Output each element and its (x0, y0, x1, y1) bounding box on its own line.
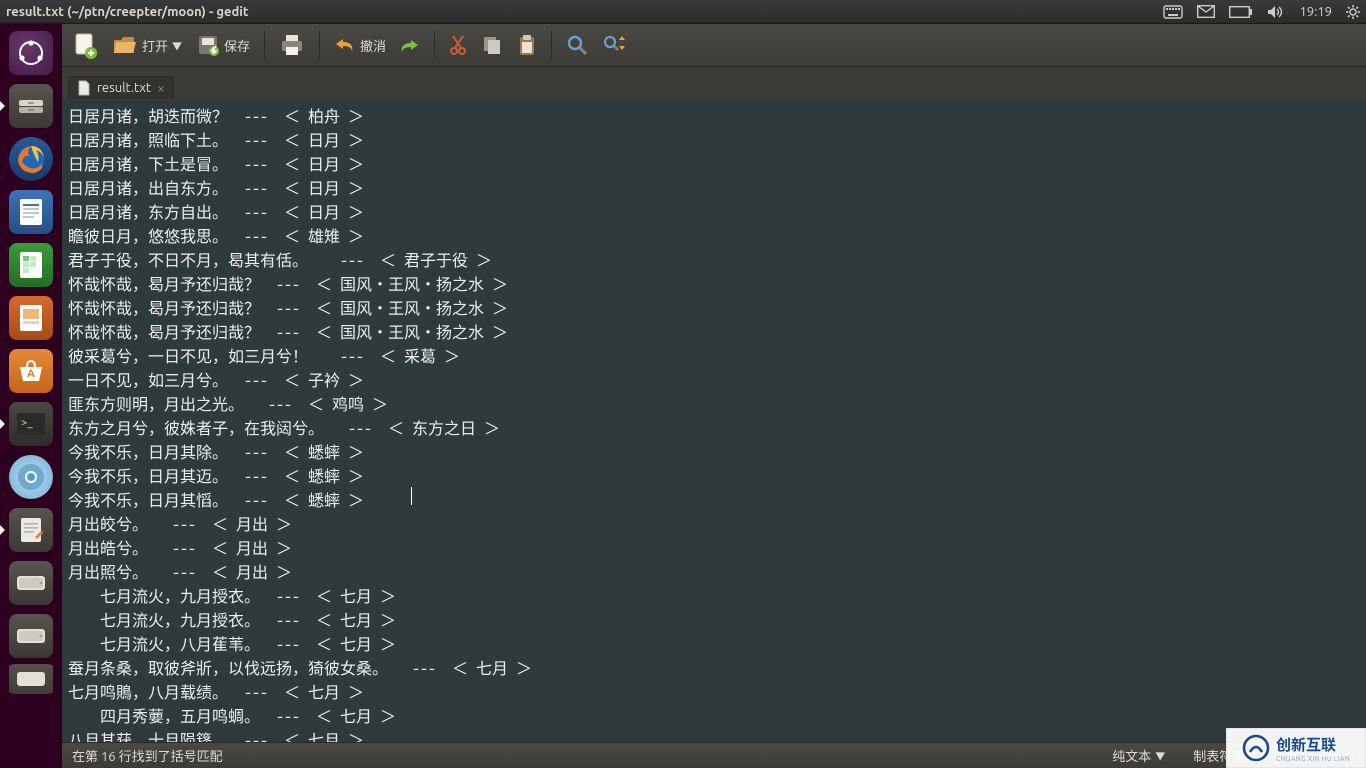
terminal-icon[interactable]: >_ (5, 399, 57, 449)
system-menubar: result.txt (~/ptn/creepter/moon) - gedit… (0, 0, 1366, 24)
mail-indicator[interactable] (1197, 5, 1215, 18)
keyboard-indicator[interactable] (1163, 5, 1183, 19)
files-icon[interactable] (5, 81, 57, 131)
session-gear-icon[interactable] (1346, 5, 1360, 19)
document-tab[interactable]: result.txt × (68, 76, 174, 99)
firefox-icon[interactable] (5, 134, 57, 184)
tab-label: result.txt (97, 81, 151, 95)
save-button[interactable]: 保存 (192, 30, 254, 60)
copy-button[interactable] (477, 31, 507, 59)
tab-close-icon[interactable]: × (157, 81, 165, 95)
disk-icon-2[interactable] (5, 611, 57, 661)
tab-bar: result.txt × (62, 67, 1366, 99)
status-bar: 在第 16 行找到了括号匹配 纯文本▼ 制表符宽度：4▼ 行 1 (62, 742, 1366, 768)
svg-text:A: A (27, 368, 35, 380)
status-message: 在第 16 行找到了括号匹配 (72, 746, 223, 765)
save-label: 保存 (224, 36, 250, 55)
impress-icon[interactable] (5, 293, 57, 343)
redo-button[interactable] (396, 34, 424, 56)
watermark-logo: 创新互联 CHUANG XIN HU LIAN (1226, 728, 1366, 768)
dash-icon[interactable] (5, 28, 57, 78)
software-center-icon[interactable]: A (5, 346, 57, 396)
clock[interactable]: 19:19 (1299, 5, 1332, 19)
toolbar: 打开 ▼ 保存 撤消 (62, 24, 1366, 67)
open-button[interactable]: 打开 ▼ (108, 30, 186, 60)
calc-icon[interactable] (5, 240, 57, 290)
open-label: 打开 (142, 36, 168, 55)
gedit-window: 打开 ▼ 保存 撤消 (62, 24, 1366, 768)
paste-button[interactable] (513, 30, 541, 60)
undo-button[interactable]: 撤消 (330, 33, 390, 58)
disk-icon-3[interactable] (5, 664, 57, 694)
writer-icon[interactable] (5, 187, 57, 237)
volume-indicator[interactable] (1267, 5, 1285, 19)
undo-label: 撤消 (360, 36, 386, 55)
file-icon (77, 80, 91, 96)
syntax-selector[interactable]: 纯文本▼ (1112, 746, 1165, 765)
replace-button[interactable] (598, 31, 632, 59)
text-cursor (411, 487, 412, 505)
disk-icon-1[interactable] (5, 558, 57, 608)
chromium-icon[interactable] (5, 452, 57, 502)
gedit-icon[interactable] (5, 505, 57, 555)
print-button[interactable] (275, 30, 309, 60)
editor-area[interactable]: 日居月诸，胡迭而微？ --- ＜ 柏舟 ＞ 日居月诸，照临下土。 --- ＜ 日… (62, 99, 1366, 742)
unity-launcher: A >_ (0, 24, 62, 768)
new-document-button[interactable] (68, 28, 102, 62)
search-button[interactable] (562, 31, 592, 59)
cut-button[interactable] (445, 31, 471, 59)
battery-indicator[interactable] (1229, 6, 1253, 18)
svg-text:>_: >_ (21, 417, 33, 429)
chevron-down-icon: ▼ (172, 38, 182, 53)
window-title: result.txt (~/ptn/creepter/moon) - gedit (6, 5, 249, 19)
